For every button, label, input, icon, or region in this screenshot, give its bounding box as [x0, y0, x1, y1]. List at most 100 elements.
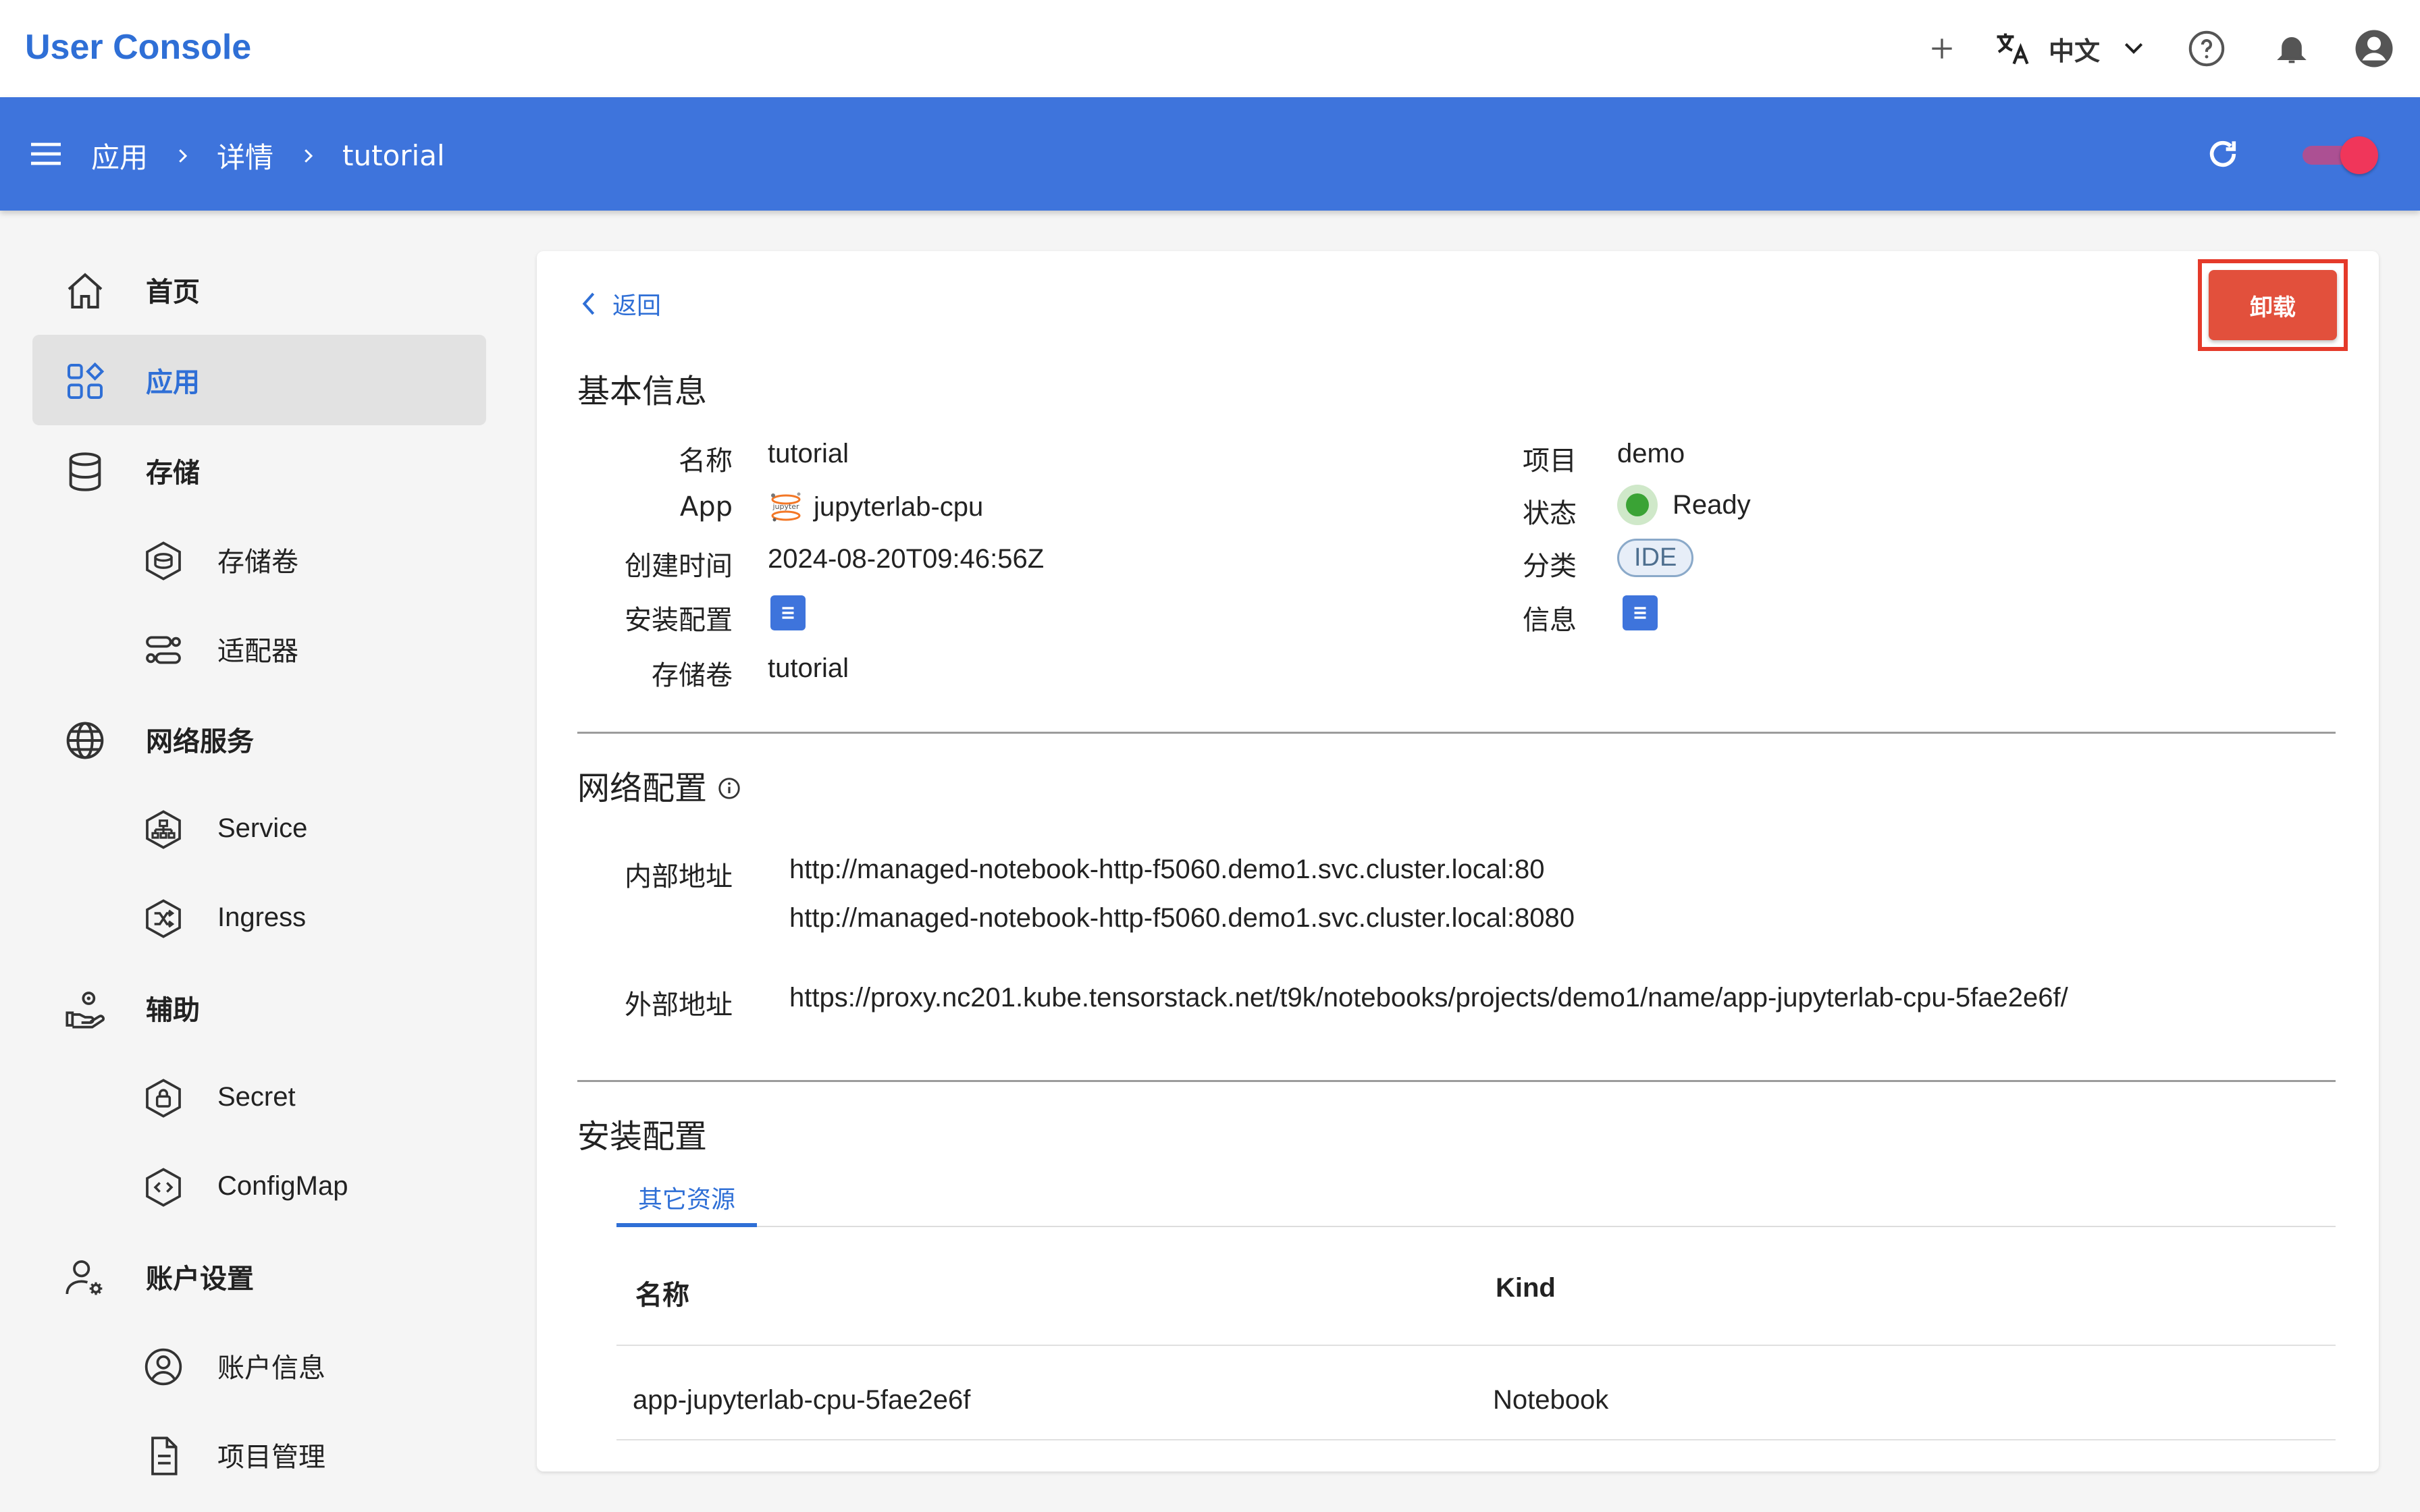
- document-icon: [142, 1434, 185, 1478]
- app-detail-card: 返回 卸载 基本信息 名称 tutorial App jupyter jupyt…: [537, 251, 2379, 1472]
- secret-icon: [142, 1077, 185, 1120]
- sidebar-item-account-settings[interactable]: 账户设置: [32, 1231, 486, 1322]
- globe-icon: [63, 719, 107, 762]
- install-config-label: 安装配置: [625, 605, 733, 636]
- basic-info-title: 基本信息: [577, 373, 708, 410]
- account-icon[interactable]: [2352, 27, 2396, 70]
- sidebar-item-label: 存储: [146, 458, 200, 489]
- project-label: 项目: [1523, 446, 1577, 477]
- sidebar-item-account-info[interactable]: 账户信息: [32, 1320, 486, 1411]
- internal-url-1[interactable]: http://managed-notebook-http-f5060.demo1…: [789, 855, 1544, 885]
- internal-url-2[interactable]: http://managed-notebook-http-f5060.demo1…: [789, 903, 1575, 934]
- volume-label: 存储卷: [652, 660, 733, 691]
- app-label: App: [679, 491, 733, 522]
- category-wrap: IDE: [1617, 539, 1694, 577]
- menu-icon[interactable]: [28, 139, 63, 172]
- plus-icon[interactable]: [1920, 27, 1964, 70]
- translate-icon[interactable]: [1988, 27, 2036, 70]
- sidebar-item-label: 辅助: [146, 995, 200, 1026]
- back-link[interactable]: 返回: [577, 286, 661, 321]
- table-header-kind: Kind: [1496, 1273, 1556, 1303]
- created-label: 创建时间: [625, 551, 733, 582]
- category-chip: IDE: [1617, 539, 1694, 577]
- volume-value: tutorial: [768, 653, 849, 683]
- name-label: 名称: [679, 446, 733, 477]
- language-select[interactable]: 中文: [2046, 27, 2103, 70]
- table-header-divider: [616, 1345, 2336, 1346]
- sidebar-item-ingress[interactable]: Ingress: [32, 872, 486, 963]
- sidebar-item-apps[interactable]: 应用: [32, 335, 486, 425]
- sidebar-item-home[interactable]: 首页: [32, 244, 486, 335]
- sidebar-item-label: Ingress: [217, 902, 307, 932]
- configmap-icon: [142, 1166, 185, 1209]
- service-icon: [142, 808, 185, 851]
- adapter-icon: [142, 628, 185, 672]
- volume-icon: [142, 539, 185, 583]
- install-config-title: 安装配置: [577, 1118, 708, 1156]
- back-label: 返回: [612, 292, 662, 320]
- sidebar-item-label: 应用: [146, 367, 200, 398]
- sidebar-item-network[interactable]: 网络服务: [32, 694, 486, 784]
- table-header-name: 名称: [635, 1280, 689, 1310]
- apps-icon: [63, 360, 107, 403]
- sidebar-item-label: ConfigMap: [217, 1170, 348, 1201]
- language-label: 中文: [2048, 36, 2100, 66]
- info-label: 信息: [1523, 605, 1577, 636]
- app-value-wrap: jupyter jupyterlab-cpu: [768, 489, 983, 525]
- external-url[interactable]: https://proxy.nc201.kube.tensorstack.net…: [789, 983, 2068, 1013]
- sidebar-item-label: 网络服务: [146, 726, 254, 757]
- document-icon: [770, 595, 806, 630]
- sidebar-item-storage[interactable]: 存储: [32, 425, 486, 516]
- sidebar-item-volumes[interactable]: 存储卷: [32, 514, 486, 605]
- chevron-right-icon: [172, 146, 192, 166]
- sidebar-item-projects[interactable]: 项目管理: [32, 1409, 486, 1500]
- database-icon: [63, 450, 107, 493]
- sidebar-item-label: 项目管理: [217, 1442, 325, 1472]
- sidebar-item-label: Service: [217, 813, 308, 843]
- resource-tabs: 其它资源: [616, 1172, 2336, 1227]
- network-title-wrap: 网络配置: [577, 761, 742, 809]
- ingress-icon: [142, 897, 185, 940]
- account-info-icon: [142, 1345, 185, 1388]
- status-label: 状态: [1523, 498, 1577, 529]
- table-row-divider: [616, 1439, 2336, 1440]
- table-cell-kind: Notebook: [1493, 1385, 1609, 1415]
- uninstall-button[interactable]: 卸载: [2209, 270, 2337, 340]
- sidebar-item-label: Secret: [217, 1081, 296, 1112]
- top-bar: User Console 中文: [0, 0, 2420, 97]
- jupyter-logo-icon: jupyter: [768, 489, 804, 525]
- sidebar-item-configmap[interactable]: ConfigMap: [32, 1141, 486, 1231]
- name-value: tutorial: [768, 439, 849, 468]
- jupyter-logo-text: jupyter: [772, 502, 799, 511]
- toggle-knob: [2340, 136, 2378, 174]
- install-config-doc[interactable]: [770, 595, 806, 630]
- chevron-left-icon: [582, 292, 595, 315]
- external-address-label: 外部地址: [625, 990, 733, 1021]
- sidebar-item-secret[interactable]: Secret: [32, 1052, 486, 1142]
- sidebar-item-label: 适配器: [217, 637, 298, 666]
- help-icon[interactable]: [2185, 27, 2228, 70]
- sidebar-item-service[interactable]: Service: [32, 783, 486, 873]
- breadcrumb-detail[interactable]: 详情: [217, 135, 273, 176]
- tab-other-resources[interactable]: 其它资源: [616, 1172, 757, 1227]
- app-title[interactable]: User Console: [25, 27, 251, 68]
- uninstall-highlight: 卸载: [2198, 259, 2348, 351]
- sidebar-item-label: 账户设置: [146, 1264, 254, 1295]
- sidebar-item-adapters[interactable]: 适配器: [32, 603, 486, 694]
- sidebar-item-helper[interactable]: 辅助: [32, 963, 486, 1053]
- sidebar-item-label: 存储卷: [217, 547, 298, 577]
- refresh-icon[interactable]: [2204, 135, 2242, 176]
- chevron-down-icon[interactable]: [2115, 27, 2153, 70]
- app-value[interactable]: jupyterlab-cpu: [814, 492, 983, 522]
- info-icon[interactable]: [716, 772, 742, 809]
- status-wrap: Ready: [1617, 485, 1751, 525]
- user-settings-icon: [63, 1256, 107, 1299]
- theme-toggle[interactable]: [2300, 135, 2379, 174]
- breadcrumb-apps[interactable]: 应用: [91, 135, 148, 176]
- helper-icon: [63, 988, 107, 1031]
- table-cell-name[interactable]: app-jupyterlab-cpu-5fae2e6f: [633, 1385, 970, 1415]
- project-value: demo: [1617, 439, 1685, 468]
- bell-icon[interactable]: [2270, 27, 2313, 70]
- network-title: 网络配置: [577, 770, 708, 807]
- info-doc[interactable]: [1623, 595, 1658, 630]
